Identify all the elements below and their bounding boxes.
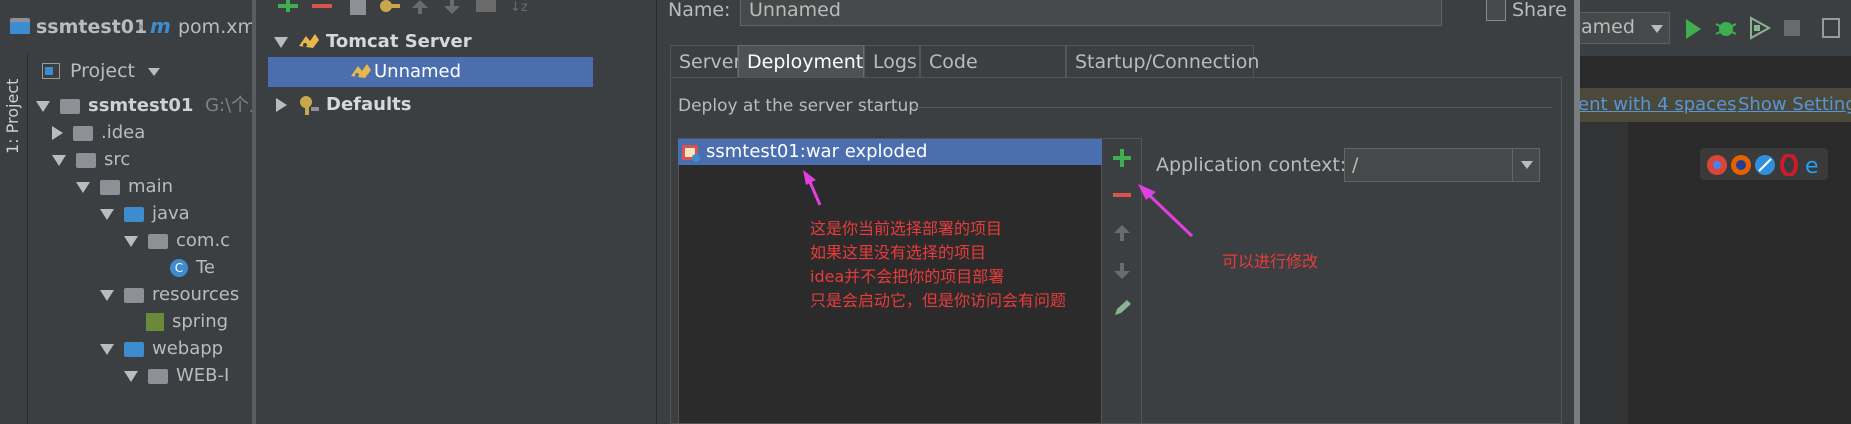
annotation-line-4: 只是会启动它，但是你访问会有问题 (810, 291, 1067, 310)
annotation-arrow-right (1138, 184, 1194, 238)
annotation-arrows (803, 170, 1194, 238)
annotation-arrow-left (803, 170, 822, 206)
annotation-line-1: 这是你当前选择部署的项目 (810, 219, 1003, 238)
annotation-right-note: 可以进行修改 (1222, 252, 1319, 271)
annotation-line-3: idea并不会把你的项目部署 (810, 267, 1005, 286)
annotation-line-2: 如果这里没有选择的项目 (810, 243, 987, 262)
